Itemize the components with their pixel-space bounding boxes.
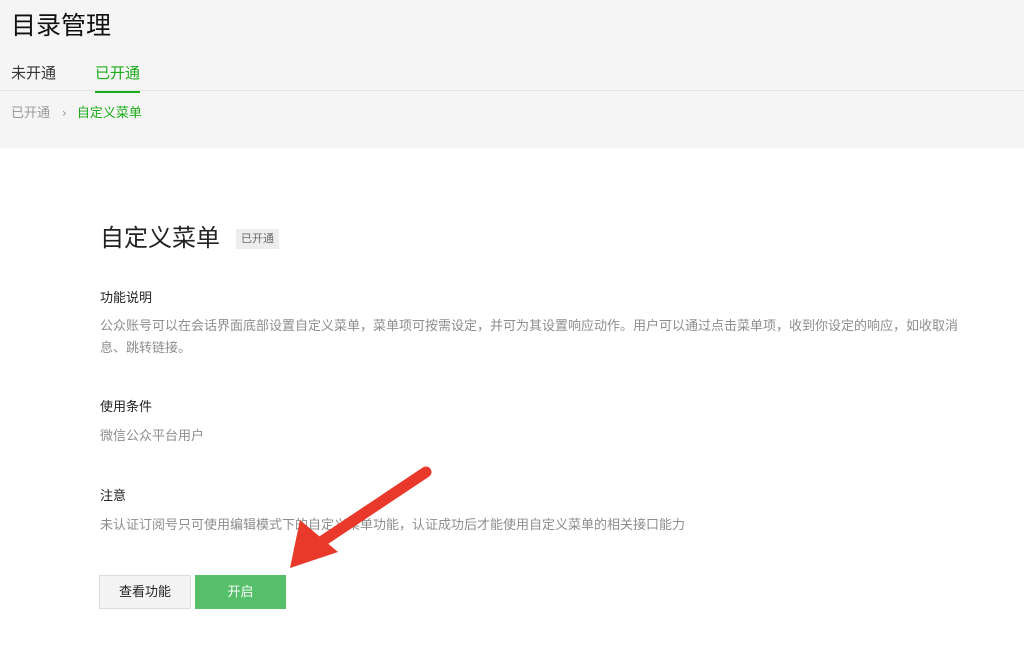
breadcrumb-parent-link[interactable]: 已开通 xyxy=(11,106,50,121)
section-label-conditions: 使用条件 xyxy=(100,400,153,415)
section-label-notice: 注意 xyxy=(100,489,127,504)
tab-bar: 未开通 已开通 xyxy=(0,56,1024,93)
section-text-description: 公众账号可以在会话界面底部设置自定义菜单，菜单项可按需设定，并可为其设置响应动作… xyxy=(100,319,959,356)
tab-enabled[interactable]: 已开通 xyxy=(95,62,141,93)
chevron-right-icon: › xyxy=(62,106,67,120)
section-text-notice: 未认证订阅号只可使用编辑模式下的自定义菜单功能，认证成功后才能使用自定义菜单的相… xyxy=(100,518,686,533)
breadcrumb-current: 自定义菜单 xyxy=(76,106,142,121)
page: 目录管理 未开通 已开通 已开通 › 自定义菜单 自定义菜单 已开通 功能说明 公众… xyxy=(0,0,1024,667)
view-feature-button[interactable]: 查看功能 xyxy=(99,575,191,609)
section-label-description: 功能说明 xyxy=(100,291,153,306)
feature-card: 自定义菜单 已开通 功能说明 公众账号可以在会话界面底部设置自定义菜单，菜单项可… xyxy=(0,148,1024,667)
section-text-conditions: 微信公众平台用户 xyxy=(100,429,205,444)
tab-not-enabled[interactable]: 未开通 xyxy=(11,62,56,84)
page-title: 目录管理 xyxy=(11,11,112,40)
breadcrumb: 已开通 › 自定义菜单 xyxy=(11,103,142,124)
status-badge: 已开通 xyxy=(236,229,279,249)
enable-button[interactable]: 开启 xyxy=(195,575,286,609)
feature-title: 自定义菜单 xyxy=(100,224,220,252)
